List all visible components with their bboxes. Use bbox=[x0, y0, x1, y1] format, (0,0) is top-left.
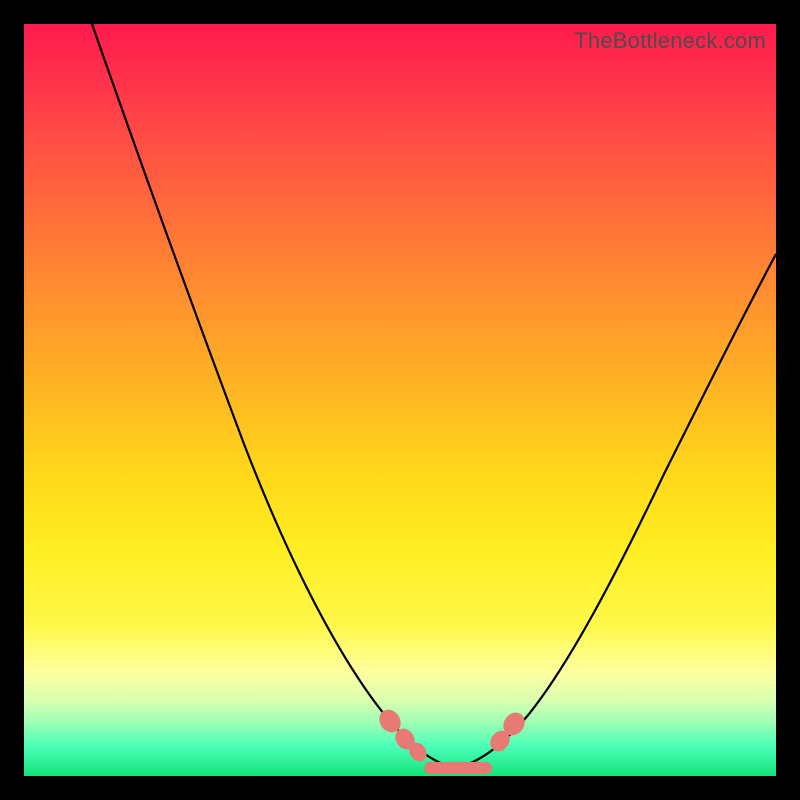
chart-plot-area: TheBottleneck.com bbox=[24, 24, 776, 776]
left-curve bbox=[92, 24, 454, 768]
bead-bottom-bar bbox=[424, 762, 492, 774]
outer-frame: TheBottleneck.com bbox=[0, 0, 800, 800]
right-curve bbox=[454, 254, 776, 768]
chart-svg bbox=[24, 24, 776, 776]
